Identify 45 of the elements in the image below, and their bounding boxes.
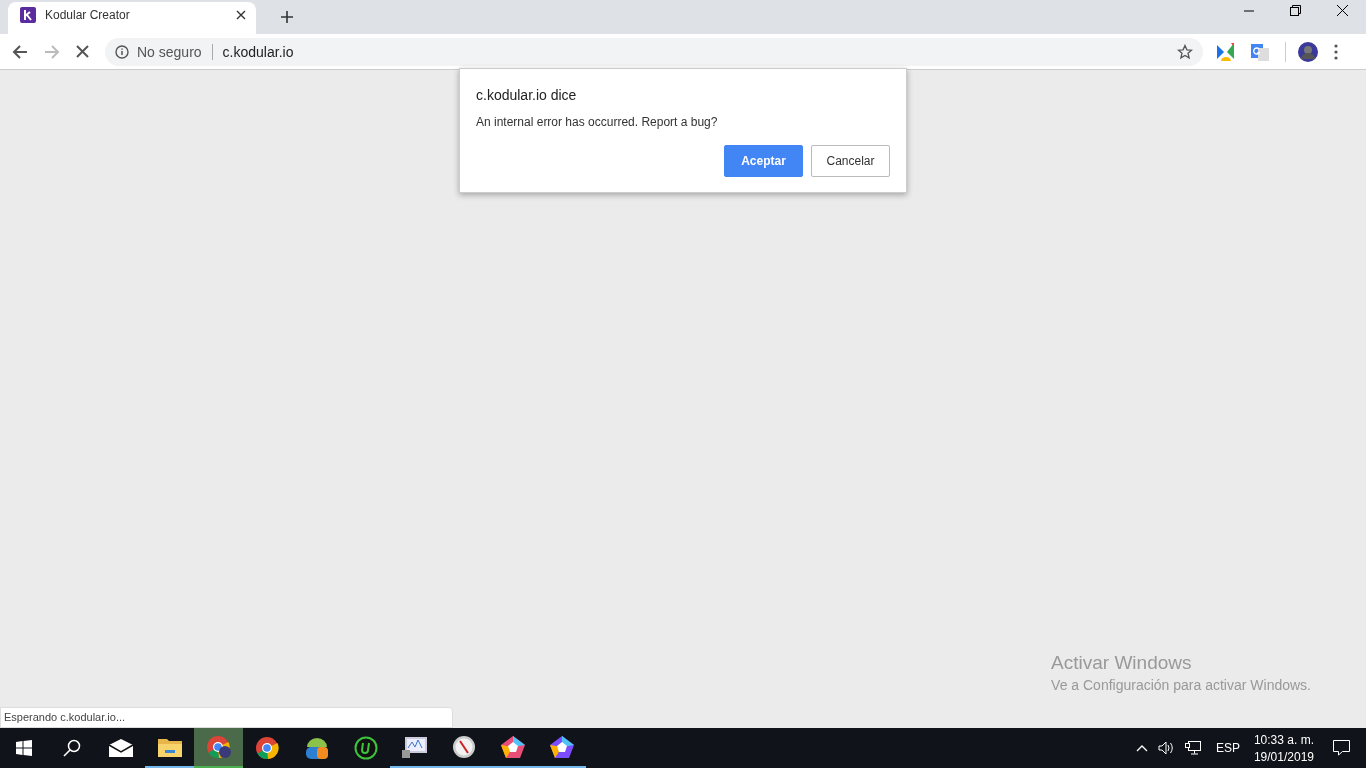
tab-title: Kodular Creator [45,8,131,22]
windows-start-icon[interactable] [16,740,32,756]
extension-icon[interactable] [1217,42,1235,61]
browser-tab[interactable]: Kodular Creator [8,2,256,34]
new-tab-icon[interactable] [281,11,293,23]
cancel-button[interactable]: Cancelar [811,145,890,177]
info-icon [115,44,129,59]
chrome-icon [254,736,281,760]
avatar-icon[interactable] [1298,41,1318,62]
u-logo-icon [353,736,378,760]
clock-time: 10:33 a. m. [1253,732,1314,747]
security-label: No seguro [137,43,202,60]
clock-date: 19/01/2019 [1253,749,1314,764]
restore-icon[interactable] [1290,5,1301,16]
envelope-icon [107,738,134,758]
chevron-up-icon[interactable] [1135,744,1148,752]
network-icon[interactable] [1184,741,1201,755]
monitor-icon [401,736,428,758]
close-icon[interactable] [236,10,246,20]
minimize-icon[interactable] [1244,9,1254,12]
speaker-icon[interactable] [1157,741,1175,755]
dialog-message: An internal error has occurred. Report a bug? [476,115,719,129]
k-logo-icon [20,7,36,23]
star-icon[interactable] [1177,43,1193,60]
activation-title: Activar Windows [1051,652,1193,674]
back-arrow-icon[interactable] [12,43,28,60]
address-bar[interactable]: No seguro c.kodular.io [105,37,1203,66]
url-text: c.kodular.io [222,43,294,60]
activation-message: Ve a Configuración para activar Windows. [1051,677,1311,693]
accept-button[interactable]: Aceptar [724,145,803,177]
clock[interactable]: 10:33 a. m. 19/01/2019 [1253,732,1314,764]
status-bubble: Esperando c.kodular.io... [0,707,453,728]
menu-icon[interactable] [1334,43,1338,60]
pentagon-icon [499,735,526,759]
dialog-title: c.kodular.io dice [476,87,578,103]
stop-icon[interactable] [76,45,89,58]
compass-icon [451,735,476,759]
notifications-icon[interactable] [1333,740,1350,756]
pentagon-icon [548,735,575,759]
close-icon[interactable] [1337,5,1348,16]
folder-icon [157,737,182,757]
translate-icon[interactable] [1251,42,1269,61]
search-icon[interactable] [63,739,81,757]
language-indicator[interactable]: ESP [1215,741,1240,755]
chrome-icon [205,735,232,759]
